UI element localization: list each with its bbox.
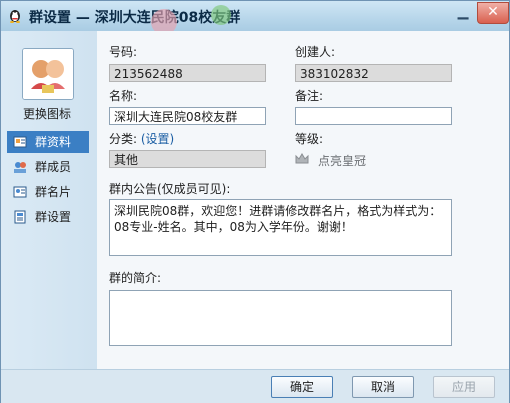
sidebar-item-group-info[interactable]: 群资料 — [7, 131, 89, 153]
title-bar[interactable]: 群设置 — 深圳大连民院08校友群 ▁ ✕ — [1, 1, 509, 35]
category-field: 其他 — [109, 150, 266, 168]
category-label: 分类: (设置) — [109, 130, 174, 147]
category-label-text: 分类: — [109, 132, 138, 146]
remark-input[interactable] — [295, 107, 452, 125]
category-settings-link[interactable]: (设置) — [141, 132, 174, 146]
announcement-textarea[interactable]: 深圳民院08群，欢迎您！进群请修改群名片，格式为样式为：08专业-姓名。其中，0… — [109, 199, 452, 256]
qq-penguin-icon — [10, 10, 20, 23]
sidebar-item-group-card[interactable]: 群名片 — [7, 181, 89, 203]
sidebar-item-label: 群名片 — [35, 185, 72, 199]
window-title: 群设置 — 深圳大连民院08校友群 — [29, 10, 241, 26]
group-card-icon — [13, 186, 27, 198]
group-settings-window: 群设置 — 深圳大连民院08校友群 ▁ ✕ 更换图标 群资料 群成员 群名片 群… — [0, 0, 510, 403]
sidebar-item-label: 群成员 — [35, 160, 72, 174]
creator-field: 383102832 — [295, 64, 452, 82]
dialog-button-bar: 确定 取消 应用 — [1, 369, 509, 403]
sidebar-item-group-settings[interactable]: 群设置 — [7, 206, 89, 228]
close-button[interactable]: ✕ — [477, 2, 509, 24]
announcement-label: 群内公告(仅成员可见): — [109, 182, 231, 196]
group-info-panel: 号码: 213562488 创建人: 383102832 名称: 深圳大连民院0… — [97, 31, 509, 369]
minimize-button[interactable]: ▁ — [449, 2, 477, 24]
change-icon-link[interactable]: 更换图标 — [23, 105, 71, 122]
sidebar-item-label: 群资料 — [35, 135, 72, 149]
crown-icon — [295, 153, 309, 164]
creator-label: 创建人: — [295, 45, 336, 59]
group-avatar[interactable] — [22, 48, 74, 100]
group-name-input[interactable]: 深圳大连民院08校友群 — [109, 107, 266, 125]
level-label: 等级: — [295, 132, 324, 146]
remark-label: 备注: — [295, 89, 324, 103]
group-settings-icon — [14, 210, 26, 224]
sidebar: 更换图标 群资料 群成员 群名片 群设置 — [1, 31, 97, 369]
intro-label: 群的简介: — [109, 271, 162, 285]
cancel-button[interactable]: 取消 — [352, 376, 414, 398]
group-number-field: 213562488 — [109, 64, 266, 82]
group-info-icon — [13, 136, 27, 148]
title-decoration — [211, 5, 231, 25]
group-members-icon — [14, 162, 26, 173]
group-number-label: 号码: — [109, 45, 138, 59]
apply-button[interactable]: 应用 — [433, 376, 495, 398]
intro-textarea[interactable] — [109, 290, 452, 346]
sidebar-item-group-members[interactable]: 群成员 — [7, 156, 89, 178]
ok-button[interactable]: 确定 — [271, 376, 333, 398]
sidebar-item-label: 群设置 — [35, 210, 72, 224]
light-crown-link[interactable]: 点亮皇冠 — [318, 152, 366, 169]
name-label: 名称: — [109, 89, 138, 103]
